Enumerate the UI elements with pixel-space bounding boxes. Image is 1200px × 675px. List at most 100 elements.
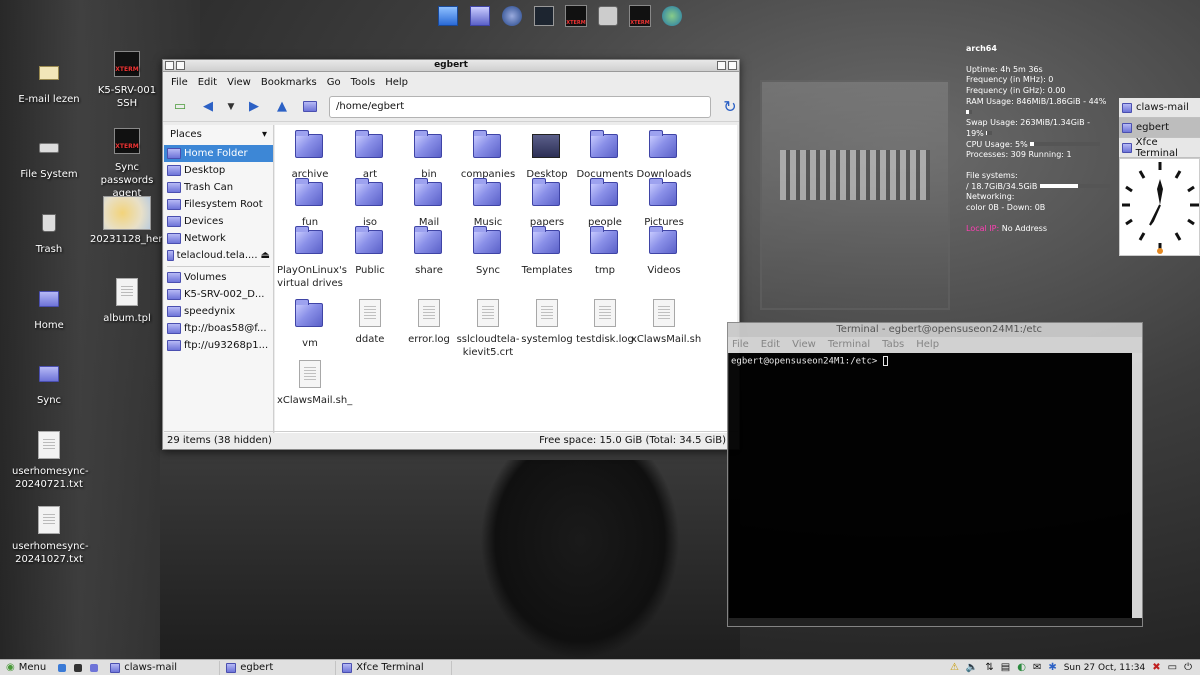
- desktop-icon-5[interactable]: userhomesync-20240721.txt: [12, 428, 89, 491]
- menu-bookmarks[interactable]: Bookmarks: [257, 77, 321, 88]
- file-item[interactable]: Public: [337, 226, 403, 277]
- power-icon[interactable]: ⏻: [1184, 662, 1192, 673]
- terminal-icon[interactable]: [74, 663, 83, 672]
- file-item[interactable]: people: [572, 178, 638, 229]
- file-item[interactable]: Music: [455, 178, 521, 229]
- sidebar-item-2[interactable]: Trash Can: [164, 179, 273, 196]
- sidebar-item-6[interactable]: telacloud.tela.... ⏏: [164, 247, 273, 264]
- notifications-icon[interactable]: ✖: [1152, 662, 1160, 673]
- file-manager-window[interactable]: egbert File Edit View Bookmarks Go Tools Help …: [162, 59, 740, 450]
- file-item[interactable]: companies: [455, 130, 521, 181]
- file-item[interactable]: archive: [277, 130, 343, 181]
- reload-icon[interactable]: ↻: [721, 97, 739, 116]
- terminal-menu-view[interactable]: View: [792, 337, 816, 353]
- terminal-body[interactable]: egbert@opensuseon24M1:/etc>: [729, 353, 1132, 618]
- close-button[interactable]: [728, 61, 737, 70]
- desktop-icon-r1[interactable]: XTERM Sync passwords agent: [90, 124, 164, 200]
- terminal-menu-edit[interactable]: Edit: [761, 337, 780, 353]
- file-item[interactable]: Documents: [572, 130, 638, 181]
- window-shade-button[interactable]: [176, 61, 185, 70]
- mount-item-2[interactable]: speedynix: [164, 303, 273, 320]
- new-tab-icon[interactable]: ▭: [171, 98, 189, 116]
- file-item[interactable]: systemlog: [514, 299, 580, 346]
- forward-icon[interactable]: ▶: [245, 98, 263, 116]
- desktop-icon-r2[interactable]: 20231128_henk_kappert_net...: [90, 196, 245, 246]
- file-item[interactable]: vm: [277, 299, 343, 350]
- history-dropdown-icon[interactable]: ▼: [227, 98, 235, 116]
- task-1[interactable]: egbert: [220, 660, 337, 675]
- window-button-2[interactable]: Xfce Terminal: [1119, 137, 1200, 159]
- file-item[interactable]: sslcloudtela-kievit5.crt: [455, 299, 521, 359]
- desktop-icon-r3[interactable]: album.tpl: [90, 275, 164, 325]
- file-item[interactable]: iso: [337, 178, 403, 229]
- menu-button[interactable]: ◉ Menu: [0, 661, 52, 675]
- datetime[interactable]: Sun 27 Oct, 11:34: [1064, 663, 1146, 673]
- dock-folder-icon[interactable]: [468, 4, 492, 28]
- file-item[interactable]: bin: [396, 130, 462, 181]
- terminal-menu-terminal[interactable]: Terminal: [828, 337, 870, 353]
- file-item[interactable]: Pictures: [631, 178, 697, 229]
- file-item[interactable]: Sync: [455, 226, 521, 277]
- home-icon[interactable]: [301, 98, 319, 116]
- desktop-icon-0[interactable]: E-mail lezen: [12, 56, 86, 106]
- volume-icon[interactable]: 🔈: [966, 662, 978, 673]
- sidebar-item-3[interactable]: Filesystem Root: [164, 196, 273, 213]
- desktop-icon-6[interactable]: userhomesync-20241027.txt: [12, 503, 89, 566]
- address-bar[interactable]: /home/egbert: [329, 95, 711, 118]
- file-item[interactable]: Downloads: [631, 130, 697, 181]
- desktop-icon-4[interactable]: Sync: [12, 357, 86, 407]
- chat-icon[interactable]: ✉: [1033, 662, 1041, 673]
- update-icon[interactable]: ◐: [1017, 662, 1026, 673]
- sidebar-item-4[interactable]: Devices: [164, 213, 273, 230]
- file-item[interactable]: error.log: [396, 299, 462, 346]
- window-menu-button[interactable]: [165, 61, 174, 70]
- dock-globe-icon[interactable]: [660, 4, 684, 28]
- sidebar-item-0[interactable]: Home Folder: [164, 145, 273, 162]
- terminal-menu-help[interactable]: Help: [916, 337, 939, 353]
- desktop-icon-r0[interactable]: XTERM K5-SRV-001 SSH: [90, 47, 164, 110]
- places-header[interactable]: Places ▾: [164, 125, 273, 145]
- mount-item-0[interactable]: Volumes: [164, 269, 273, 286]
- file-item[interactable]: xClawsMail.sh: [631, 299, 701, 346]
- back-icon[interactable]: ◀: [199, 98, 217, 116]
- window-button-1[interactable]: egbert: [1119, 118, 1200, 138]
- bluetooth-icon[interactable]: ✱: [1048, 662, 1056, 673]
- file-item[interactable]: Desktop: [514, 130, 580, 181]
- file-item[interactable]: Templates: [514, 226, 580, 277]
- sidebar-item-1[interactable]: Desktop: [164, 162, 273, 179]
- file-item[interactable]: art: [337, 130, 403, 181]
- dock-browser-icon[interactable]: [500, 4, 524, 28]
- menu-tools[interactable]: Tools: [347, 77, 380, 88]
- terminal-menu-file[interactable]: File: [732, 337, 749, 353]
- dock-desktop-icon[interactable]: [436, 4, 460, 28]
- file-item[interactable]: xClawsMail.sh_: [277, 360, 352, 407]
- menu-view[interactable]: View: [223, 77, 255, 88]
- folder-icon[interactable]: [90, 663, 99, 672]
- sidebar-item-5[interactable]: Network: [164, 230, 273, 247]
- terminal-scrollbar[interactable]: [1132, 353, 1142, 618]
- file-item[interactable]: PlayOnLinux's virtual drives: [277, 226, 347, 290]
- terminal-menu-tabs[interactable]: Tabs: [882, 337, 904, 353]
- file-item[interactable]: tmp: [572, 226, 638, 277]
- mount-item-3[interactable]: ftp://boas58@f...: [164, 320, 273, 337]
- file-item[interactable]: testdisk.log: [572, 299, 638, 346]
- file-item[interactable]: Mail: [396, 178, 462, 229]
- eject-icon[interactable]: ⏏: [261, 250, 273, 261]
- task-0[interactable]: claws-mail: [104, 660, 221, 675]
- window-titlebar[interactable]: egbert: [163, 60, 739, 72]
- desktop-icon-1[interactable]: File System: [12, 131, 86, 181]
- desktop-icon[interactable]: [58, 663, 67, 672]
- file-item[interactable]: share: [396, 226, 462, 277]
- window-button-0[interactable]: claws-mail: [1119, 98, 1200, 118]
- dock-xterm-icon[interactable]: XTERM: [628, 4, 652, 28]
- network-icon[interactable]: ⇅: [985, 662, 993, 673]
- terminal-window[interactable]: Terminal - egbert@opensuseon24M1:/etc Fi…: [727, 322, 1143, 627]
- terminal-title[interactable]: Terminal - egbert@opensuseon24M1:/etc: [728, 323, 1142, 337]
- menu-help[interactable]: Help: [381, 77, 412, 88]
- warning-icon[interactable]: ⚠: [950, 662, 959, 673]
- menu-edit[interactable]: Edit: [194, 77, 221, 88]
- maximize-button[interactable]: [717, 61, 726, 70]
- menu-file[interactable]: File: [167, 77, 192, 88]
- file-item[interactable]: ddate: [337, 299, 403, 346]
- file-item[interactable]: Videos: [631, 226, 697, 277]
